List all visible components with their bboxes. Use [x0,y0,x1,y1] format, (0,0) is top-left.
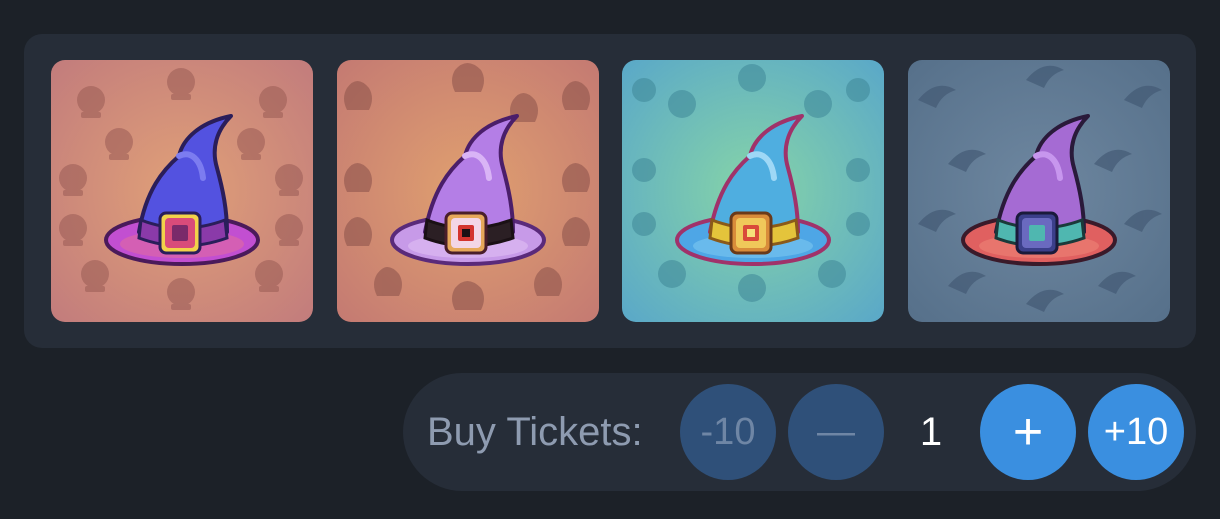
witch-hat-blue-icon [51,60,313,322]
minus-ten-button[interactable]: -10 [680,384,776,480]
witch-hat-light-blue-icon [622,60,884,322]
plus-icon: + [1012,403,1044,461]
plus-ten-label: +10 [1103,410,1169,453]
witch-hat-lilac-icon [337,60,599,322]
witch-hat-purple-icon [908,60,1170,322]
item-card-crystal-ball-hat[interactable] [51,60,313,322]
increment-button[interactable]: + [980,384,1076,480]
minus-ten-label: -10 [700,410,756,453]
decrement-button[interactable]: — [788,384,884,480]
item-card-banana-hat[interactable] [908,60,1170,322]
item-card-cauldron-hat[interactable] [337,60,599,322]
minus-icon: — [817,410,855,453]
buy-tickets-bar: Buy Tickets: -10 — 1 + +10 [403,373,1196,491]
item-showcase-panel [24,34,1196,348]
buy-tickets-label: Buy Tickets: [427,410,643,454]
ticket-quantity: 1 [919,410,943,454]
plus-ten-button[interactable]: +10 [1088,384,1184,480]
item-card-eyeball-hat[interactable] [622,60,884,322]
